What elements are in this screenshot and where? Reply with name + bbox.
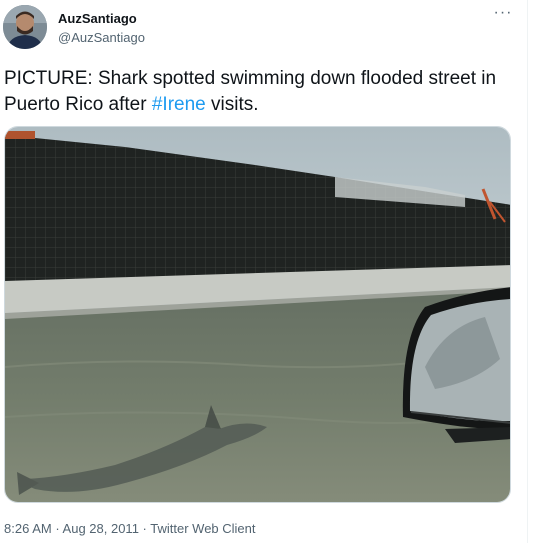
tweet-time[interactable]: 8:26 AM xyxy=(4,521,52,536)
flooded-street-shark-photo xyxy=(5,127,510,502)
hashtag-link[interactable]: #Irene xyxy=(152,94,206,115)
author-display-name[interactable]: AuzSantiago xyxy=(58,11,137,26)
separator: · xyxy=(138,521,151,536)
tweet-date[interactable]: Aug 28, 2011 xyxy=(63,521,139,536)
tweet-text-part: visits. xyxy=(205,94,259,115)
separator: · xyxy=(51,521,63,536)
tweet-metadata: 8:26 AM · Aug 28, 2011 · Twitter Web Cli… xyxy=(4,521,256,536)
author-handle[interactable]: @AuzSantiago xyxy=(58,30,145,45)
tweet-card: AuzSantiago @AuzSantiago ··· PICTURE: Sh… xyxy=(0,0,527,543)
column-divider xyxy=(527,0,528,543)
avatar[interactable] xyxy=(3,5,47,49)
tweet-photo[interactable] xyxy=(4,126,511,503)
tweet-text: PICTURE: Shark spotted swimming down flo… xyxy=(4,66,504,118)
tweet-source[interactable]: Twitter Web Client xyxy=(150,521,255,536)
more-options-icon[interactable]: ··· xyxy=(492,5,514,26)
